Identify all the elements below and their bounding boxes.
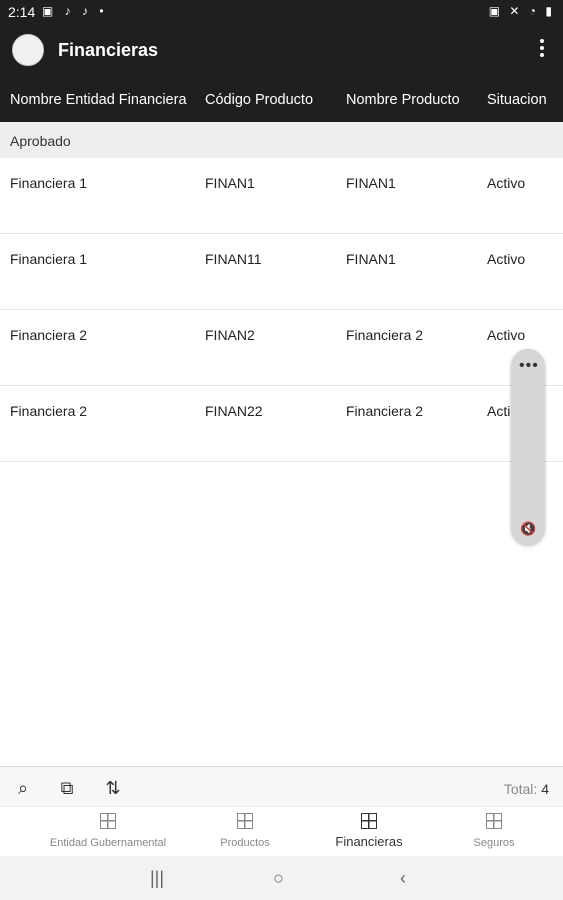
nav-item-label: Entidad Gubernamental: [49, 837, 167, 849]
table-row[interactable]: Financiera 1 FINAN1 FINAN1 Activo: [0, 158, 563, 234]
table-row[interactable]: Financiera 1 FINAN11 FINAN1 Activo: [0, 234, 563, 310]
cell-entidad: Financiera 1: [10, 251, 88, 267]
cell-codigo: FINAN2: [205, 327, 255, 343]
nav-item-productos[interactable]: Productos: [175, 813, 315, 851]
system-navigation-bar: ||| ○ ‹: [0, 856, 563, 900]
grid-icon: [361, 813, 377, 829]
nav-item-entidad-gubernamental[interactable]: Entidad Gubernamental: [38, 813, 178, 851]
avatar[interactable]: [12, 34, 44, 66]
column-header-entidad[interactable]: Nombre Entidad Financiera: [10, 92, 187, 108]
cell-codigo: FINAN22: [205, 403, 263, 419]
cell-nombre-producto: FINAN1: [346, 251, 396, 267]
status-time: 2:14: [8, 4, 36, 20]
total-label: Total:: [503, 781, 538, 797]
page-title: Financieras: [58, 40, 159, 60]
notification-icons: ▣ ♪ ♪ •: [42, 4, 108, 18]
app-bar: Financieras: [0, 24, 563, 76]
mute-icon[interactable]: 🔇: [520, 521, 536, 537]
bottom-navigation: Entidad Gubernamental Productos Financie…: [0, 806, 563, 857]
cell-situacion: Acti: [487, 403, 511, 419]
nav-item-label: Financieras: [335, 834, 403, 849]
column-header-situacion[interactable]: Situacion: [487, 92, 547, 108]
total-value: 4: [541, 781, 549, 797]
nav-item-label: Seguros: [473, 837, 515, 849]
cell-nombre-producto: Financiera 2: [346, 403, 424, 419]
cell-codigo: FINAN1: [205, 175, 255, 191]
cell-nombre-producto: Financiera 2: [346, 327, 424, 343]
cell-nombre-producto: FINAN1: [346, 175, 396, 191]
column-header-codigo[interactable]: Código Producto: [205, 92, 313, 108]
grid-icon: [486, 813, 502, 829]
back-button[interactable]: ‹: [400, 868, 406, 889]
floating-side-panel[interactable]: ••• 🔇: [511, 349, 545, 545]
group-label: Aprobado: [10, 133, 71, 149]
bottom-toolbar: ⌕ ⧉ ⇅ Total: 4: [0, 766, 563, 807]
more-dots-icon[interactable]: •••: [519, 357, 539, 375]
group-header[interactable]: Aprobado: [0, 122, 563, 158]
grid-icon: [100, 813, 116, 829]
cell-situacion: Activo: [487, 327, 526, 343]
search-icon[interactable]: ⌕: [12, 777, 34, 799]
total-count: Total: 4: [504, 781, 549, 797]
recents-button[interactable]: |||: [150, 868, 164, 889]
nav-item-seguros[interactable]: Seguros: [424, 813, 563, 851]
cell-codigo: FINAN11: [205, 251, 262, 267]
table-header: Nombre Entidad Financiera Código Product…: [0, 76, 563, 122]
cell-entidad: Financiera 2: [10, 403, 88, 419]
cell-situacion: Activo: [487, 175, 526, 191]
table-body: Financiera 1 FINAN1 FINAN1 Activo Financ…: [0, 158, 563, 462]
cell-situacion: Activo: [487, 251, 526, 267]
home-button[interactable]: ○: [273, 868, 284, 889]
system-status-icons: ▣ ✕ ◔ ▮: [488, 4, 555, 18]
copy-icon[interactable]: ⧉: [56, 777, 78, 799]
cell-entidad: Financiera 1: [10, 175, 88, 191]
more-options-icon[interactable]: [537, 36, 547, 62]
table-row[interactable]: Financiera 2 FINAN22 Financiera 2 Acti: [0, 386, 563, 462]
sort-icon[interactable]: ⇅: [102, 777, 124, 799]
column-header-nombre-producto[interactable]: Nombre Producto: [346, 92, 460, 108]
nav-item-label: Productos: [220, 837, 270, 849]
nav-item-financieras[interactable]: Financieras: [299, 813, 439, 851]
cell-entidad: Financiera 2: [10, 327, 88, 343]
grid-icon: [237, 813, 253, 829]
status-bar: 2:14 ▣ ♪ ♪ • ▣ ✕ ◔ ▮: [0, 0, 563, 24]
table-row[interactable]: Financiera 2 FINAN2 Financiera 2 Activo: [0, 310, 563, 386]
